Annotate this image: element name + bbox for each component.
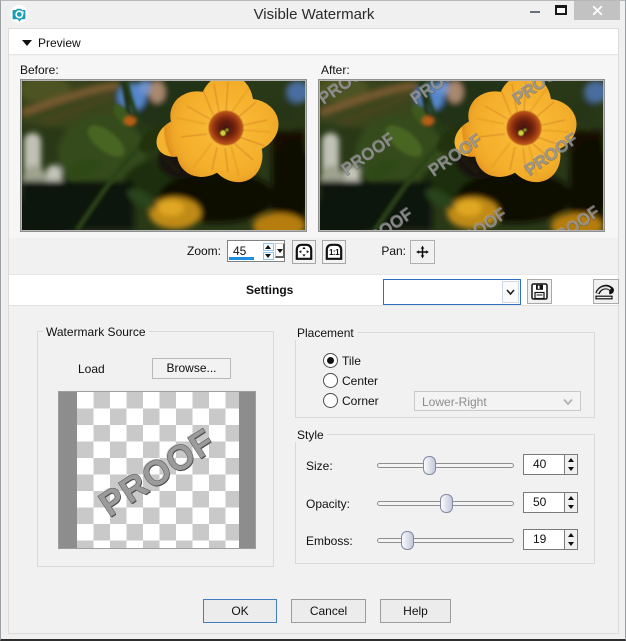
svg-text:1:1: 1:1	[329, 248, 340, 257]
svg-text:PROOF: PROOF	[92, 421, 222, 524]
